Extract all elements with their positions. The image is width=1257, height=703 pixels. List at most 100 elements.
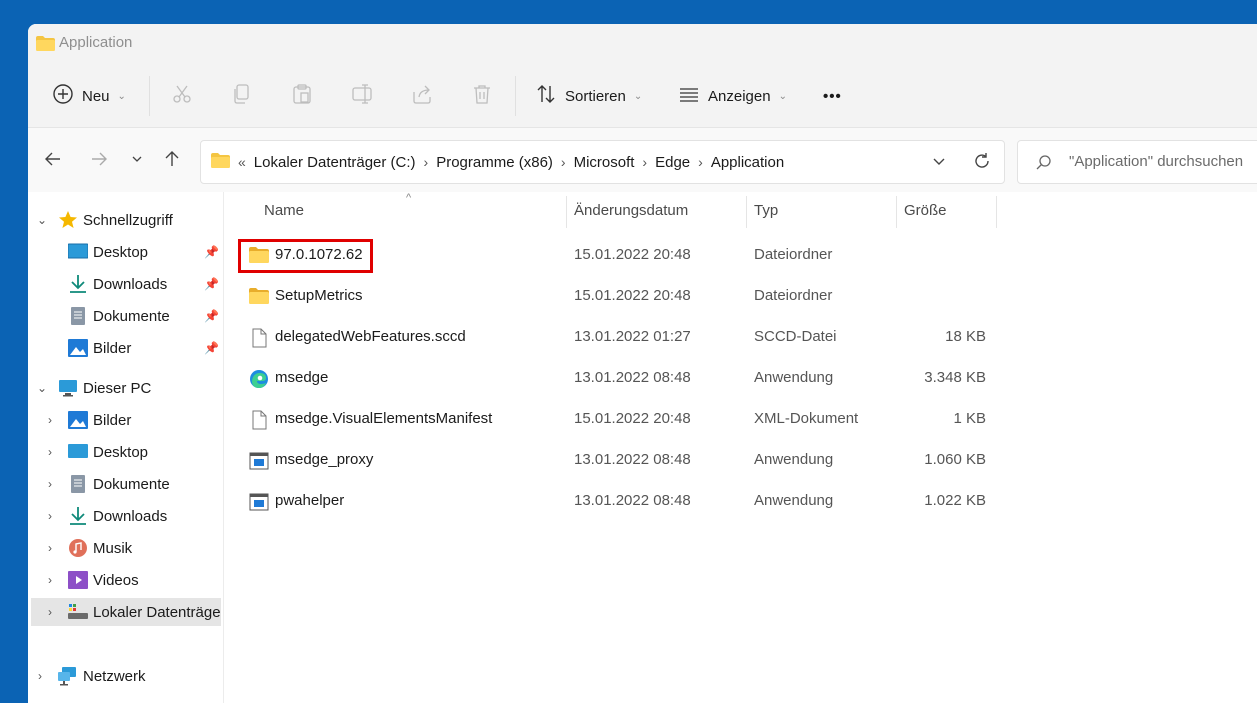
paste-button[interactable] xyxy=(291,64,313,128)
chevron-right-icon[interactable]: › xyxy=(424,154,429,170)
desktop-icon xyxy=(68,442,88,462)
nav-pc-documents[interactable]: › Dokumente xyxy=(28,470,224,498)
nav-pc-local-drive[interactable]: › Lokaler Datenträger (C:) xyxy=(31,598,221,626)
cut-button[interactable] xyxy=(171,64,193,128)
chevron-right-icon[interactable]: › xyxy=(642,154,647,170)
nav-pc-music[interactable]: › Musik xyxy=(28,534,224,562)
column-size[interactable]: Größe xyxy=(904,192,947,228)
back-button[interactable] xyxy=(44,150,62,172)
share-button[interactable] xyxy=(411,64,433,128)
nav-quick-desktop[interactable]: Desktop 📌 xyxy=(28,238,224,266)
new-label: Neu xyxy=(82,87,110,105)
forward-button[interactable] xyxy=(90,150,108,172)
chevron-right-icon[interactable]: › xyxy=(48,605,52,619)
file-row[interactable]: 97.0.1072.62 15.01.2022 20:48 Dateiordne… xyxy=(225,236,1005,276)
file-row[interactable]: msedge 13.01.2022 08:48 Anwendung 3.348 … xyxy=(225,359,1005,399)
chevron-right-icon[interactable]: › xyxy=(48,445,52,459)
network-icon xyxy=(58,666,78,686)
search-placeholder: "Application" durchsuchen xyxy=(1069,153,1244,170)
chevron-right-icon[interactable]: › xyxy=(698,154,703,170)
pin-icon[interactable]: 📌 xyxy=(204,309,219,323)
refresh-icon[interactable] xyxy=(973,152,991,174)
breadcrumb-item[interactable]: Programme (x86) xyxy=(436,154,553,171)
pin-icon[interactable]: 📌 xyxy=(204,277,219,291)
sort-ascending-icon: ^ xyxy=(406,192,412,204)
column-type[interactable]: Typ xyxy=(754,192,778,228)
file-row[interactable]: delegatedWebFeatures.sccd 13.01.2022 01:… xyxy=(225,318,1005,358)
rename-button[interactable] xyxy=(351,64,373,128)
sort-button[interactable]: Sortieren ⌄ xyxy=(535,64,642,128)
star-icon xyxy=(58,210,78,230)
folder-icon xyxy=(249,246,269,266)
chevron-right-icon[interactable]: › xyxy=(48,477,52,491)
nav-pc-desktop[interactable]: › Desktop xyxy=(28,438,224,466)
chevron-right-icon[interactable]: › xyxy=(48,541,52,555)
column-separator[interactable] xyxy=(896,196,897,228)
chevron-right-icon[interactable]: › xyxy=(48,413,52,427)
recent-locations-chevron-icon[interactable] xyxy=(131,152,143,169)
chevron-right-icon[interactable]: › xyxy=(561,154,566,170)
column-date[interactable]: Änderungsdatum xyxy=(574,192,688,228)
column-name[interactable]: Name xyxy=(264,192,304,228)
nav-label: Desktop xyxy=(93,443,149,461)
file-row[interactable]: msedge.VisualElementsManifest 15.01.2022… xyxy=(225,400,1005,440)
nav-quick-access[interactable]: ⌄ Schnellzugriff xyxy=(28,206,224,234)
command-bar: Neu ⌄ Sortieren ⌄ Anzeigen ⌄ ••• xyxy=(28,64,1257,128)
chevron-right-icon[interactable]: › xyxy=(48,509,52,523)
pin-icon[interactable]: 📌 xyxy=(204,341,219,355)
breadcrumb-item[interactable]: Microsoft xyxy=(574,154,635,171)
nav-label: Dokumente xyxy=(93,475,170,493)
nav-quick-pictures[interactable]: Bilder 📌 xyxy=(28,334,224,362)
app-icon xyxy=(249,492,269,512)
search-input[interactable]: "Application" durchsuchen xyxy=(1017,140,1257,184)
nav-pc-downloads[interactable]: › Downloads xyxy=(28,502,224,530)
plus-circle-icon xyxy=(52,83,74,109)
breadcrumb-item[interactable]: Edge xyxy=(655,154,690,171)
breadcrumb-item[interactable]: Lokaler Datenträger (C:) xyxy=(254,154,416,171)
chevron-down-icon[interactable]: ⌄ xyxy=(37,213,47,227)
trash-icon xyxy=(471,83,493,109)
pin-icon[interactable]: 📌 xyxy=(204,245,219,259)
more-options-button[interactable]: ••• xyxy=(823,64,842,128)
address-bar[interactable]: « Lokaler Datenträger (C:) › Programme (… xyxy=(200,140,1005,184)
chevron-down-icon: ⌄ xyxy=(117,90,126,102)
nav-network[interactable]: › Netzwerk xyxy=(28,662,224,690)
nav-pc-pictures[interactable]: › Bilder xyxy=(28,406,224,434)
nav-label: Downloads xyxy=(93,275,168,293)
column-separator[interactable] xyxy=(996,196,997,228)
breadcrumb-overflow[interactable]: « xyxy=(238,154,246,170)
file-type: Dateiordner xyxy=(754,246,833,263)
more-icon: ••• xyxy=(823,87,842,105)
column-separator[interactable] xyxy=(746,196,747,228)
nav-this-pc[interactable]: ⌄ Dieser PC xyxy=(28,374,224,402)
file-name: msedge_proxy xyxy=(275,451,374,468)
chevron-down-icon[interactable]: ⌄ xyxy=(37,381,47,395)
file-row[interactable]: msedge_proxy 13.01.2022 08:48 Anwendung … xyxy=(225,441,1005,481)
folder-icon xyxy=(249,287,269,307)
new-button[interactable]: Neu ⌄ xyxy=(52,64,126,128)
file-row[interactable]: SetupMetrics 15.01.2022 20:48 Dateiordne… xyxy=(225,277,1005,317)
copy-button[interactable] xyxy=(231,64,253,128)
column-separator[interactable] xyxy=(566,196,567,228)
app-icon xyxy=(249,451,269,471)
breadcrumb-item[interactable]: Application xyxy=(711,154,784,171)
file-size: 1.060 KB xyxy=(924,451,986,468)
nav-label: Schnellzugriff xyxy=(83,211,173,229)
up-button[interactable] xyxy=(163,150,181,172)
nav-quick-documents[interactable]: Dokumente 📌 xyxy=(28,302,224,330)
file-date: 15.01.2022 20:48 xyxy=(574,287,691,304)
nav-pc-videos[interactable]: › Videos xyxy=(28,566,224,594)
computer-icon xyxy=(58,378,78,398)
address-dropdown-chevron-icon[interactable] xyxy=(932,155,946,173)
download-icon xyxy=(68,274,88,294)
nav-quick-downloads[interactable]: Downloads 📌 xyxy=(28,270,224,298)
document-icon xyxy=(68,306,88,326)
chevron-down-icon: ⌄ xyxy=(633,90,643,102)
nav-label: Downloads xyxy=(93,507,168,525)
file-row[interactable]: pwahelper 13.01.2022 08:48 Anwendung 1.0… xyxy=(225,482,1005,522)
chevron-right-icon[interactable]: › xyxy=(48,573,52,587)
delete-button[interactable] xyxy=(471,64,493,128)
view-button[interactable]: Anzeigen ⌄ xyxy=(678,64,787,128)
file-name: msedge xyxy=(275,369,329,386)
chevron-right-icon[interactable]: › xyxy=(38,669,42,683)
